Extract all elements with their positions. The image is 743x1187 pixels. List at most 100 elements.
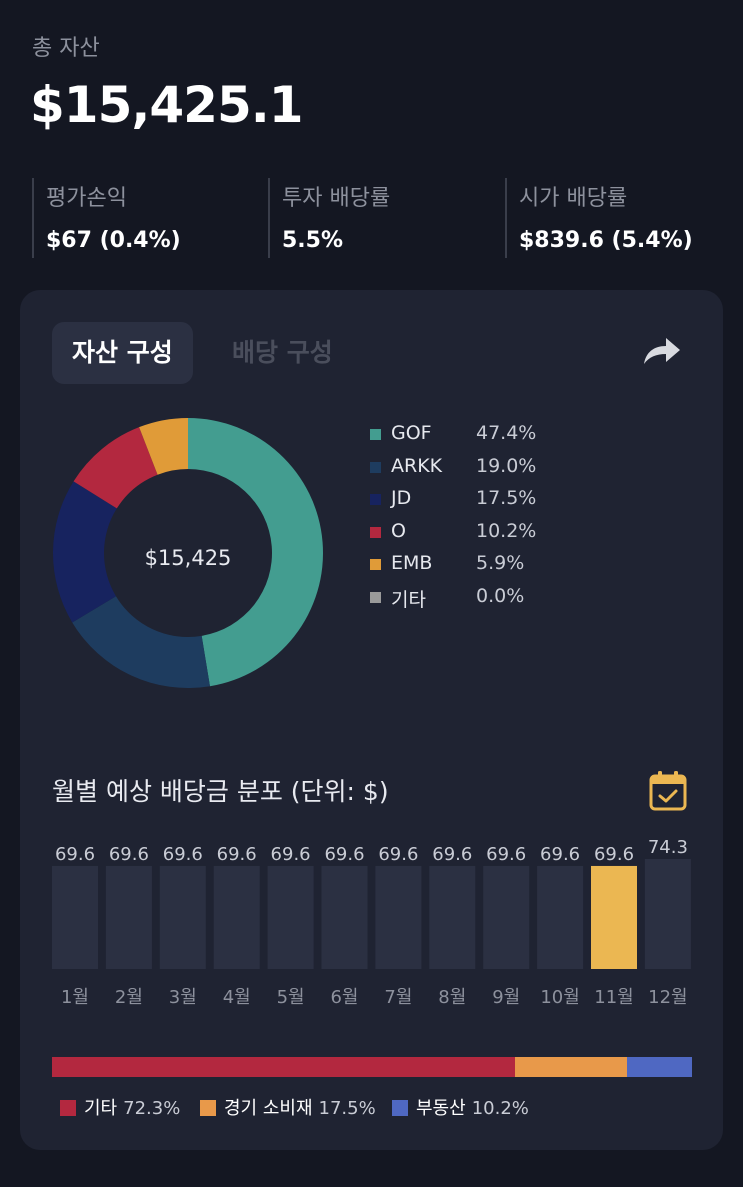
month-bar[interactable] <box>213 865 260 969</box>
legend-item: 기타 0.0% <box>370 583 690 616</box>
legend-swatch <box>370 526 381 538</box>
legend-percent: 0.0% <box>476 584 525 607</box>
legend-swatch <box>370 461 381 473</box>
month-bar[interactable] <box>483 865 530 969</box>
month-tick-label: 9월 <box>492 987 520 1008</box>
total-assets-value: $15,425.1 <box>30 76 304 134</box>
legend-item: EMB 5.9% <box>370 550 690 583</box>
allocation-legend: GOF 47.4% ARKK 19.0% JD 17.5% O 10.2% EM… <box>370 420 690 615</box>
legend-percent: 47.4% <box>476 422 537 444</box>
sector-name: 경기 소비재 <box>224 1098 313 1119</box>
legend-name: EMB <box>391 552 433 574</box>
sector-legend-item: 경기 소비재 17.5% <box>200 1094 376 1120</box>
month-bar[interactable] <box>429 865 476 969</box>
sector-name: 부동산 <box>416 1098 466 1119</box>
stat-market-yield: 시가 배당률 $839.6 (5.4%) <box>505 178 693 258</box>
legend-percent: 10.2% <box>476 519 537 542</box>
bar-value-label: 69.6 <box>378 844 418 865</box>
bar-value-label: 69.6 <box>109 844 149 865</box>
legend-name: 기타 <box>391 588 426 611</box>
sector-stacked-bar <box>52 1057 692 1077</box>
month-tick-label: 6월 <box>330 987 358 1008</box>
month-bar[interactable] <box>52 865 98 969</box>
month-tick-label: 5월 <box>277 987 305 1008</box>
share-arrow-icon[interactable] <box>640 330 684 370</box>
legend-name: ARKK <box>391 454 443 477</box>
donut-slice-jd <box>53 481 117 623</box>
sector-legend-item: 부동산 10.2% <box>392 1094 529 1120</box>
month-tick-label: 3월 <box>169 987 197 1008</box>
month-bar[interactable] <box>321 865 368 969</box>
stat-label: 시가 배당률 <box>519 186 628 211</box>
tab-dividend-composition[interactable]: 배당 구성 <box>212 322 353 384</box>
monthly-dividend-bar-chart: 69.6 1월 69.6 2월 69.6 3월 69.6 4월 69.6 5월 69.6 6월 69.6… <box>52 837 691 1008</box>
month-bar[interactable] <box>591 865 637 969</box>
stat-unrealized-pnl: 평가손익 $67 (0.4%) <box>32 178 181 258</box>
monthly-dividend-title: 월별 예상 배당금 분포 (단위: $) <box>52 777 389 806</box>
month-bar[interactable] <box>644 859 691 969</box>
bar-value-label: 69.6 <box>594 844 634 865</box>
stat-value: 5.5% <box>282 228 344 253</box>
tab-asset-composition[interactable]: 자산 구성 <box>52 322 193 384</box>
legend-percent: 5.9% <box>476 552 525 574</box>
month-bar[interactable] <box>375 865 422 969</box>
donut-center-total: $15,425 <box>145 546 232 570</box>
month-tick-label: 4월 <box>223 987 251 1008</box>
legend-percent: 19.0% <box>476 454 537 477</box>
bar-value-label: 69.6 <box>540 844 580 865</box>
sector-segment <box>626 1057 692 1077</box>
sector-swatch <box>200 1100 216 1116</box>
summary-stats: 평가손익 $67 (0.4%) 투자 배당률 5.5% 시가 배당률 $839.… <box>32 178 712 258</box>
legend-item: GOF 47.4% <box>370 420 690 453</box>
stat-value: $67 (0.4%) <box>46 228 181 253</box>
month-bar[interactable] <box>159 865 206 969</box>
legend-item: O 10.2% <box>370 518 690 551</box>
allocation-donut-chart: $15,425 <box>53 418 324 688</box>
sector-swatch <box>60 1100 76 1116</box>
month-bar[interactable] <box>105 865 152 969</box>
sector-legend: 기타 72.3% 경기 소비재 17.5% 부동산 10.2% <box>60 1094 700 1120</box>
month-bar[interactable] <box>267 865 314 969</box>
legend-swatch <box>370 591 381 603</box>
legend-swatch <box>370 494 381 505</box>
bar-value-label: 69.6 <box>271 844 311 865</box>
sector-name: 기타 <box>84 1098 118 1119</box>
legend-name: JD <box>391 487 412 509</box>
bar-value-label: 69.6 <box>55 844 95 865</box>
portfolio-card: 자산 구성 배당 구성 $15,425 GOF 47.4% ARKK 19.0%… <box>20 290 723 1150</box>
legend-swatch <box>370 559 381 570</box>
sector-percent: 10.2% <box>471 1098 529 1119</box>
month-tick-label: 12월 <box>648 987 687 1008</box>
month-tick-label: 11월 <box>594 987 633 1008</box>
month-tick-label: 10월 <box>540 987 579 1008</box>
month-tick-label: 8월 <box>438 987 466 1008</box>
sector-percent: 72.3% <box>123 1098 181 1119</box>
total-assets-label: 총 자산 <box>32 36 100 61</box>
legend-item: ARKK 19.0% <box>370 453 690 486</box>
bar-value-label: 69.6 <box>486 844 526 865</box>
legend-swatch <box>370 429 381 440</box>
month-tick-label: 2월 <box>115 987 143 1008</box>
bar-value-label: 74.3 <box>648 837 688 858</box>
legend-name: GOF <box>391 422 432 444</box>
sector-swatch <box>392 1100 408 1116</box>
stat-investment-yield: 투자 배당률 5.5% <box>268 178 390 258</box>
month-bar[interactable] <box>537 865 584 969</box>
month-tick-label: 1월 <box>61 987 89 1008</box>
stat-value: $839.6 (5.4%) <box>519 228 693 253</box>
bar-value-label: 69.6 <box>432 844 472 865</box>
legend-item: JD 17.5% <box>370 485 690 518</box>
month-tick-label: 7월 <box>384 987 412 1008</box>
stat-label: 평가손익 <box>46 186 127 211</box>
sector-segment <box>514 1057 627 1077</box>
stat-label: 투자 배당률 <box>282 186 391 211</box>
legend-percent: 17.5% <box>476 487 537 509</box>
sector-percent: 17.5% <box>318 1098 376 1119</box>
sector-segment <box>52 1057 515 1077</box>
legend-name: O <box>391 519 406 542</box>
bar-value-label: 69.6 <box>163 844 203 865</box>
sector-legend-item: 기타 72.3% <box>60 1094 180 1120</box>
calendar-check-icon[interactable] <box>648 770 688 816</box>
bar-value-label: 69.6 <box>324 844 364 865</box>
bar-value-label: 69.6 <box>217 844 257 865</box>
